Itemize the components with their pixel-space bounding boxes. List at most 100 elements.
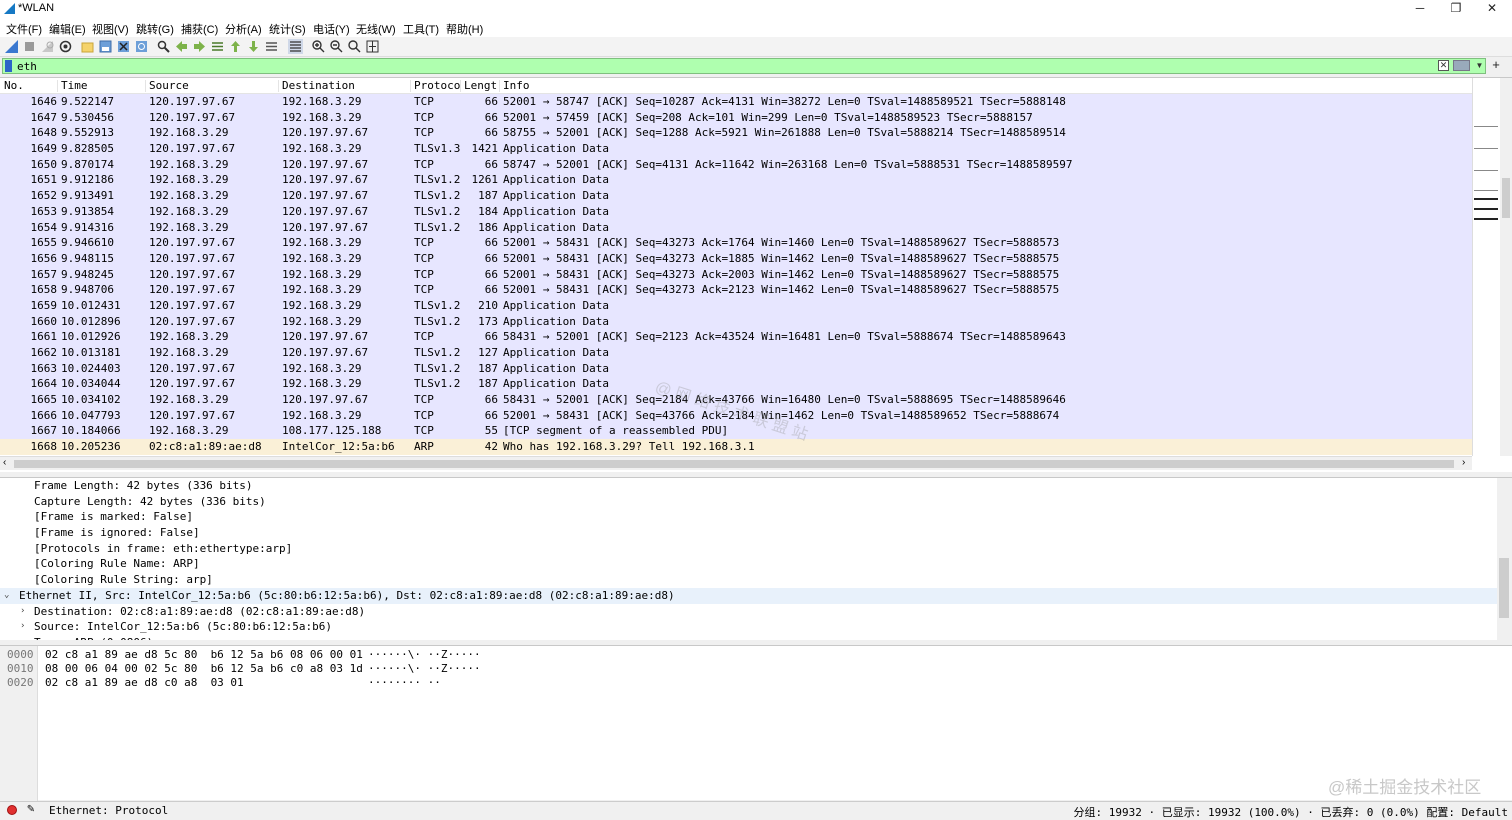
restart-capture-icon[interactable] (40, 39, 55, 54)
packet-row[interactable]: 1646 9.522147 120.197.97.67 192.168.3.29 TCP… (0, 94, 1472, 110)
open-file-icon[interactable] (80, 39, 95, 54)
column-header-no[interactable]: No. (4, 80, 58, 92)
add-filter-button-icon[interactable]: + (1490, 58, 1502, 72)
start-capture-icon[interactable] (4, 39, 19, 54)
capture-options-icon[interactable] (58, 39, 73, 54)
last-packet-icon[interactable] (246, 39, 261, 54)
packet-row[interactable]: 1653 9.913854 192.168.3.29 120.197.97.67 TLS… (0, 203, 1472, 220)
packet-row[interactable]: 1656 9.948115 120.197.97.67 192.168.3.29 TCP… (0, 250, 1472, 267)
column-header-source[interactable]: Source (149, 80, 279, 92)
menu-statistics[interactable]: 统计(S) (269, 21, 306, 37)
packet-row[interactable]: 1660 10.012896 120.197.97.67 192.168.3.29 TL… (0, 313, 1472, 330)
details-vertical-scrollbar[interactable] (1497, 478, 1512, 640)
go-back-icon[interactable] (174, 39, 189, 54)
detail-tree-item[interactable]: [Protocols in frame: eth:ethertype:arp] (0, 541, 1512, 557)
packet-row[interactable]: 1651 9.912186 192.168.3.29 120.197.97.67 TLS… (0, 172, 1472, 189)
column-header-protocol[interactable]: Protoco (414, 80, 461, 92)
menu-capture[interactable]: 捕获(C) (181, 21, 218, 37)
display-filter-input[interactable] (2, 58, 1486, 74)
packet-row[interactable]: 1650 9.870174 192.168.3.29 120.197.97.67 TCP… (0, 156, 1472, 173)
normal-size-icon[interactable] (347, 39, 362, 54)
ascii-bytes[interactable]: ······\· ··Z····· (368, 662, 481, 676)
close-file-icon[interactable] (116, 39, 131, 54)
packet-list-scroll-thumb[interactable] (1502, 178, 1510, 218)
minimize-button[interactable]: ─ (1402, 0, 1438, 18)
menu-tools[interactable]: 工具(T) (403, 21, 439, 37)
packet-row[interactable]: 1658 9.948706 120.197.97.67 192.168.3.29 TCP… (0, 282, 1472, 298)
detail-tree-item[interactable]: Capture Length: 42 bytes (336 bits) (0, 494, 1512, 510)
packet-row[interactable]: 1657 9.948245 120.197.97.67 192.168.3.29 TCP… (0, 266, 1472, 283)
apply-filter-icon[interactable] (1453, 60, 1470, 71)
packet-row[interactable]: 1663 10.024403 120.197.97.67 192.168.3.29 TL… (0, 360, 1472, 377)
packet-row[interactable]: 1664 10.034044 120.197.97.67 192.168.3.29 TL… (0, 376, 1472, 393)
horizontal-scroll-thumb[interactable] (14, 460, 1454, 468)
expand-chevron-down-icon[interactable]: ⌄ (4, 588, 9, 604)
detail-tree-item[interactable]: [Coloring Rule String: arp] (0, 572, 1512, 588)
menu-telephony[interactable]: 电话(Y) (313, 21, 350, 37)
packet-row[interactable]: 1652 9.913491 192.168.3.29 120.197.97.67 TLS… (0, 188, 1472, 204)
menu-view[interactable]: 视图(V) (92, 21, 129, 37)
hex-bytes[interactable]: 02 c8 a1 89 ae d8 c0 a8 03 01 (45, 676, 244, 690)
scroll-right-chevron-icon[interactable]: › (1462, 457, 1465, 468)
scroll-left-chevron-icon[interactable]: ‹ (3, 457, 6, 468)
close-button[interactable]: ✕ (1474, 0, 1510, 18)
resize-columns-icon[interactable] (365, 39, 380, 54)
zoom-out-icon[interactable] (329, 39, 344, 54)
maximize-button[interactable]: ❐ (1438, 0, 1474, 18)
byte-offset: 0010 (7, 662, 34, 675)
reload-file-icon[interactable] (134, 39, 149, 54)
filter-history-chevron-down-icon[interactable]: ▼ (1474, 60, 1485, 71)
menu-analyze[interactable]: 分析(A) (225, 21, 262, 37)
edit-comment-icon[interactable]: ✎ (25, 804, 37, 815)
packet-row[interactable]: 1655 9.946610 120.197.97.67 192.168.3.29 TCP… (0, 235, 1472, 251)
column-header-time[interactable]: Time (61, 80, 146, 92)
detail-tree-item[interactable]: › Source: IntelCor_12:5a:b6 (5c:80:b6:12:… (0, 619, 1512, 635)
detail-tree-item[interactable]: › Destination: 02:c8:a1:89:ae:d8 (02:c8:a… (0, 604, 1512, 620)
packet-list-horizontal-scrollbar[interactable]: ‹ › (0, 456, 1472, 470)
go-to-packet-icon[interactable] (210, 39, 225, 54)
packet-row[interactable]: 1654 9.914316 192.168.3.29 120.197.97.67 TLS… (0, 219, 1472, 236)
find-packet-icon[interactable] (156, 39, 171, 54)
stop-capture-icon[interactable] (22, 39, 37, 54)
first-packet-icon[interactable] (228, 39, 243, 54)
packet-row[interactable]: 1647 9.530456 120.197.97.67 192.168.3.29 TCP… (0, 109, 1472, 126)
packet-row[interactable]: 1649 9.828505 120.197.97.67 192.168.3.29 TLS… (0, 141, 1472, 157)
ascii-bytes[interactable]: ········ ·· (368, 676, 441, 690)
clear-filter-icon[interactable]: ✕ (1438, 60, 1449, 71)
packet-row[interactable]: 1668 10.205236 02:c8:a1:89:ae:d8 IntelCor_1… (0, 439, 1472, 455)
detail-tree-item[interactable]: Frame Length: 42 bytes (336 bits) (0, 478, 1512, 494)
hex-bytes[interactable]: 02 c8 a1 89 ae d8 5c 80 b6 12 5a b6 08 0… (45, 648, 363, 662)
menu-edit[interactable]: 编辑(E) (49, 21, 86, 37)
packet-row[interactable]: 1661 10.012926 192.168.3.29 120.197.97.67 TC… (0, 329, 1472, 345)
detail-tree-item[interactable]: Type: ARP (0x0806) (0, 635, 1512, 640)
go-forward-icon[interactable] (192, 39, 207, 54)
expert-info-icon[interactable] (7, 805, 17, 815)
ascii-bytes[interactable]: ······\· ··Z····· (368, 648, 481, 662)
packet-row[interactable]: 1667 10.184066 192.168.3.29 108.177.125.188… (0, 423, 1472, 440)
menu-wireless[interactable]: 无线(W) (356, 21, 396, 37)
packet-row[interactable]: 1648 9.552913 192.168.3.29 120.197.97.67 TCP… (0, 125, 1472, 142)
packet-list-vertical-scrollbar[interactable] (1500, 78, 1512, 456)
colorize-icon[interactable] (288, 39, 303, 54)
menu-help[interactable]: 帮助(H) (446, 21, 483, 37)
save-file-icon[interactable] (98, 39, 113, 54)
column-header-length[interactable]: Lengt (464, 80, 500, 92)
packet-minimap[interactable] (1474, 86, 1498, 446)
detail-tree-item[interactable]: ⌄ Ethernet II, Src: IntelCor_12:5a:b6 (5c… (0, 587, 1512, 604)
packet-row[interactable]: 1662 10.013181 192.168.3.29 120.197.97.67 TL… (0, 345, 1472, 361)
expand-chevron-right-icon[interactable]: › (20, 619, 25, 635)
column-header-destination[interactable]: Destination (282, 80, 411, 92)
column-header-info[interactable]: Info (503, 80, 1463, 92)
filter-bookmark-icon[interactable] (5, 60, 12, 72)
details-scroll-thumb[interactable] (1499, 558, 1509, 618)
detail-tree-item[interactable]: [Frame is ignored: False] (0, 525, 1512, 541)
zoom-in-icon[interactable] (311, 39, 326, 54)
detail-tree-item[interactable]: [Coloring Rule Name: ARP] (0, 556, 1512, 572)
packet-row[interactable]: 1659 10.012431 120.197.97.67 192.168.3.29 TL… (0, 297, 1472, 314)
menu-file[interactable]: 文件(F) (6, 21, 42, 37)
detail-tree-item[interactable]: [Frame is marked: False] (0, 509, 1512, 525)
expand-chevron-right-icon[interactable]: › (20, 604, 25, 620)
autoscroll-icon[interactable] (264, 39, 279, 54)
menu-go[interactable]: 跳转(G) (136, 21, 174, 37)
hex-bytes[interactable]: 08 00 06 04 00 02 5c 80 b6 12 5a b6 c0 a… (45, 662, 363, 676)
